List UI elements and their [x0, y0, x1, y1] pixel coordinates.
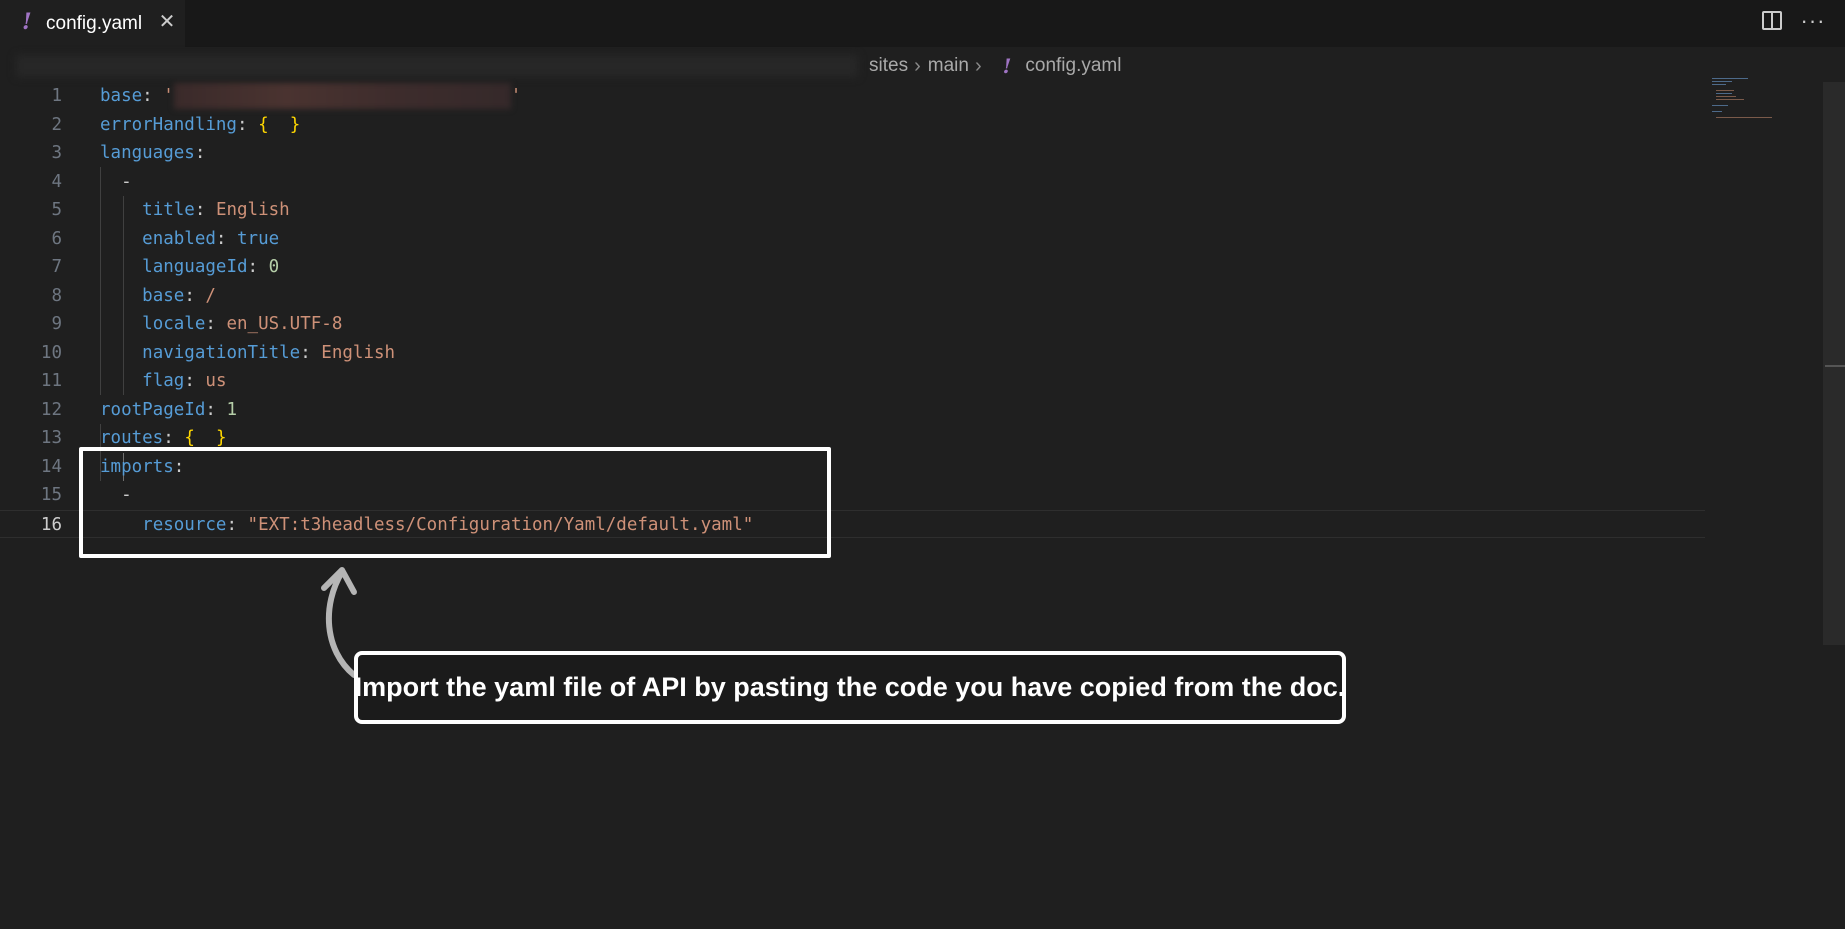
code-line[interactable]: 6 enabled: true: [0, 225, 1705, 254]
code-line[interactable]: 1 base: ' ': [0, 82, 1705, 111]
code-line[interactable]: 8 base: /: [0, 282, 1705, 311]
breadcrumb-item-main[interactable]: main: [928, 55, 969, 77]
yaml-file-icon: !: [1002, 54, 1012, 78]
yaml-key: languages: [100, 143, 195, 163]
scrollbar-cursor-marker: [1825, 365, 1845, 367]
code-line[interactable]: 7 languageId: 0: [0, 253, 1705, 282]
line-number: 2: [51, 114, 62, 135]
annotation-text: Import the yaml file of API by pasting t…: [354, 672, 1346, 702]
redacted-value: [173, 83, 511, 109]
yaml-key: errorHandling: [100, 114, 237, 135]
tab-label: config.yaml: [46, 13, 143, 34]
line-number: 9: [51, 314, 62, 334]
line-number: 13: [40, 428, 62, 448]
yaml-file-icon: !: [22, 9, 32, 35]
line-number: 16: [40, 514, 62, 535]
line-number: 11: [40, 371, 62, 391]
code-line[interactable]: 5 title: English: [0, 196, 1705, 225]
line-number: 4: [51, 171, 62, 192]
line-number: 1: [51, 86, 62, 106]
line-number: 14: [40, 456, 62, 477]
breadcrumb-item-file[interactable]: config.yaml: [1025, 55, 1121, 77]
line-number: 10: [40, 342, 62, 363]
breadcrumb-redacted-path: [16, 55, 858, 77]
chevron-right-icon: ›: [974, 54, 982, 77]
code-line[interactable]: 11 flag: us: [0, 367, 1705, 396]
code-line[interactable]: 12 rootPageId: 1: [0, 396, 1705, 425]
annotation-callout: Import the yaml file of API by pasting t…: [354, 651, 1346, 724]
more-actions-icon[interactable]: ···: [1800, 6, 1826, 36]
minimap[interactable]: [1712, 78, 1772, 118]
code-line[interactable]: 9 locale: en_US.UTF-8: [0, 310, 1705, 339]
highlight-box: [79, 447, 831, 558]
line-number: 12: [40, 399, 62, 420]
vertical-scrollbar[interactable]: [1823, 82, 1845, 645]
chevron-right-icon: ›: [914, 54, 921, 77]
line-number: 3: [51, 143, 62, 163]
yaml-key: base: [100, 86, 143, 106]
split-editor-icon[interactable]: [1762, 11, 1782, 30]
code-line[interactable]: 2 errorHandling: { }: [0, 111, 1705, 140]
close-icon[interactable]: ✕: [156, 10, 178, 34]
tab-config-yaml[interactable]: ! config.yaml ✕: [0, 0, 185, 47]
line-number: 15: [40, 485, 62, 505]
breadcrumb-item-sites[interactable]: sites: [869, 55, 908, 77]
code-line[interactable]: 4 -: [0, 168, 1705, 197]
breadcrumb: sites › main › ! config.yaml: [0, 48, 1845, 82]
line-number: 6: [51, 228, 62, 249]
line-number: 8: [51, 285, 62, 306]
code-line[interactable]: 3 languages:: [0, 139, 1705, 168]
tab-bar: ! config.yaml ✕ ···: [0, 0, 1845, 47]
code-line[interactable]: 10 navigationTitle: English: [0, 339, 1705, 368]
line-number: 5: [51, 200, 62, 220]
line-number: 7: [51, 257, 62, 277]
